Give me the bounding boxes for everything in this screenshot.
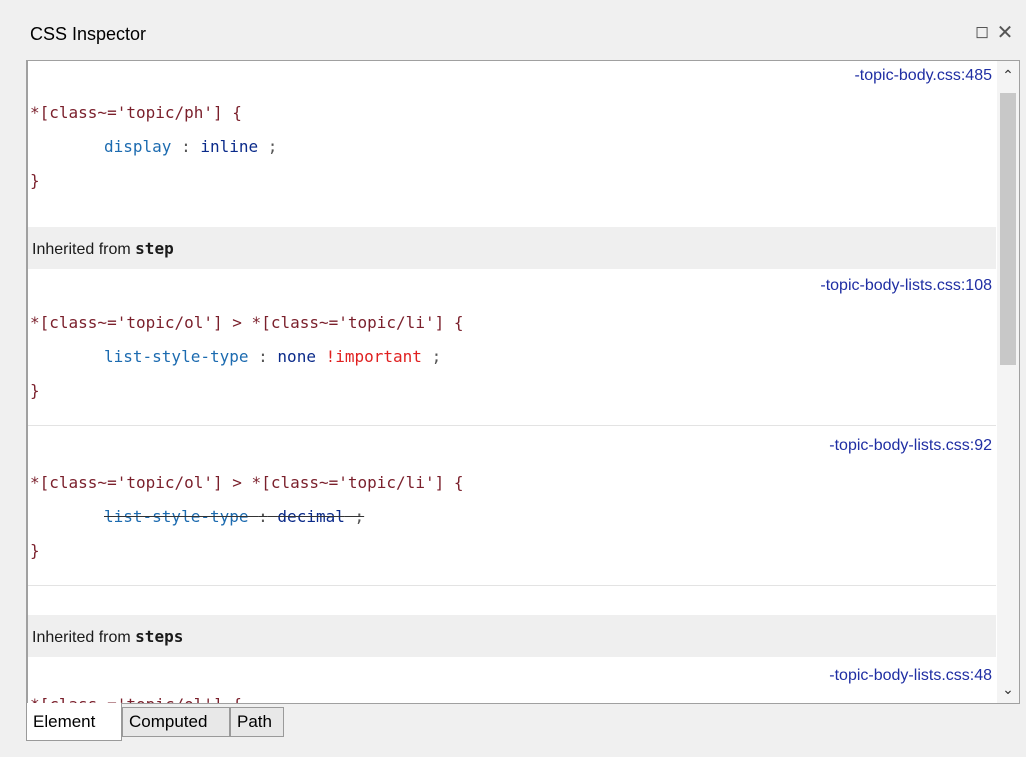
scrollbar-thumb[interactable]	[1000, 93, 1016, 365]
tab-element[interactable]: Element	[26, 703, 122, 741]
property-name: list-style-type	[104, 507, 249, 526]
rule-source-link[interactable]: -topic-body-lists.css:108	[820, 277, 992, 295]
rule-selector: *[class~='topic/ol'] > *[class~='topic/l…	[30, 473, 464, 492]
vertical-scrollbar[interactable]: ⌃ ⌄	[997, 61, 1019, 703]
rule-source-link[interactable]: -topic-body-lists.css:48	[829, 667, 992, 685]
rules-view: -topic-body.css:485 *[class~='topic/ph']…	[26, 60, 1020, 704]
inherited-header: Inherited from step	[28, 227, 996, 269]
inherited-element: step	[135, 239, 174, 258]
rule-close-brace: }	[30, 381, 40, 400]
scroll-down-icon[interactable]: ⌄	[997, 677, 1019, 701]
overridden-declaration[interactable]: list-style-type : decimal ;	[104, 507, 364, 526]
close-icon[interactable]: ✕	[995, 22, 1015, 44]
rule-close-brace: }	[30, 541, 40, 560]
rule-source-link[interactable]: -topic-body-lists.css:92	[829, 437, 992, 455]
scroll-up-icon[interactable]: ⌃	[997, 63, 1019, 87]
declaration[interactable]: display : inline ;	[104, 137, 277, 156]
property-value: decimal	[277, 507, 345, 526]
panel-titlebar: CSS Inspector ◻ ✕	[16, 8, 1021, 60]
important-flag: !important	[325, 347, 422, 366]
property-name: display	[104, 137, 172, 156]
declaration[interactable]: list-style-type : none !important ;	[104, 347, 441, 366]
property-value: inline	[200, 137, 259, 156]
inherited-header: Inherited from steps	[28, 615, 996, 657]
panel-title: CSS Inspector	[30, 24, 147, 44]
tab-path[interactable]: Path	[230, 707, 284, 737]
property-value: none	[277, 347, 316, 366]
rule-divider	[28, 425, 996, 426]
rule-selector: *[class~='topic/ol'] > *[class~='topic/l…	[30, 313, 464, 332]
rule-selector: *[class~='topic/ol'] {	[30, 695, 242, 703]
inherited-element: steps	[135, 627, 184, 646]
tab-computed[interactable]: Computed	[122, 707, 230, 737]
css-inspector-panel: CSS Inspector ◻ ✕ -topic-body.css:485 *[…	[16, 8, 1021, 748]
property-name: list-style-type	[104, 347, 249, 366]
rule-selector: *[class~='topic/ph'] {	[30, 103, 242, 122]
rule-divider	[28, 585, 996, 586]
rule-source-link[interactable]: -topic-body.css:485	[854, 67, 992, 85]
rule-close-brace: }	[30, 171, 40, 190]
rules-list: -topic-body.css:485 *[class~='topic/ph']…	[28, 61, 996, 703]
restore-icon[interactable]: ◻	[972, 22, 992, 42]
